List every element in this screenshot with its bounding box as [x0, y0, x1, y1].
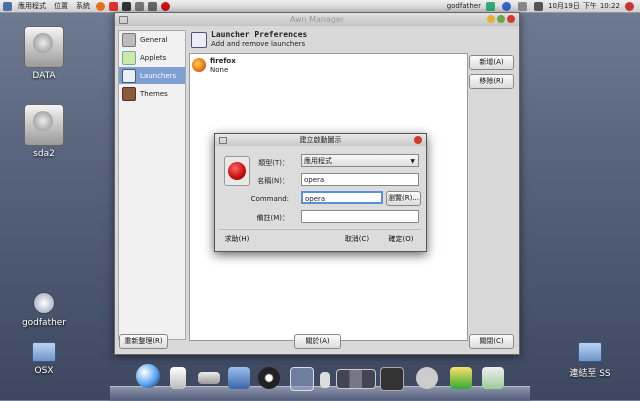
refresh-button[interactable]: 重新整理(R) — [119, 334, 168, 349]
firefox-launcher-icon[interactable] — [96, 1, 105, 11]
name-input[interactable]: opera — [301, 173, 419, 186]
command-label: Command: — [250, 195, 289, 203]
home-icon — [33, 292, 55, 314]
create-launcher-dialog: 建立啟動圖示 類型(T)： 應用程式 ▼ 名稱(N)： opera Comman… — [214, 133, 427, 252]
minimize-icon[interactable] — [487, 15, 495, 23]
sidebar-item-launchers[interactable]: Launchers — [119, 67, 185, 84]
general-icon — [122, 32, 136, 47]
dock-document-icon[interactable] — [170, 367, 186, 389]
sidebar-item-themes[interactable]: Themes — [119, 85, 185, 102]
dock-drive-icon[interactable] — [198, 372, 220, 384]
launcher-desc: None — [210, 66, 229, 74]
dock-apple-icon[interactable] — [416, 367, 438, 389]
dialog-close-icon[interactable] — [414, 136, 422, 144]
desktop-icon-sda2[interactable]: sda2 — [14, 104, 74, 159]
sidebar-item-label: Themes — [140, 89, 168, 98]
dock-workspace-icon[interactable] — [290, 367, 314, 391]
terminal-launcher-icon[interactable] — [122, 1, 131, 11]
help-button[interactable]: 求助(H) — [219, 232, 255, 247]
chevron-down-icon: ▼ — [410, 158, 415, 165]
remove-button[interactable]: 移除(R) — [469, 74, 514, 89]
browse-button[interactable]: 瀏覽(R)... — [386, 191, 421, 206]
menu-applications[interactable]: 應用程式 — [18, 1, 46, 11]
sidebar-item-label: General — [140, 35, 168, 44]
desktop-icon-data[interactable]: DATA — [14, 26, 74, 81]
dock-info-icon[interactable] — [380, 367, 404, 391]
opera-launcher-icon[interactable] — [161, 1, 170, 11]
about-button[interactable]: 關於(A) — [294, 334, 341, 349]
type-select-value: 應用程式 — [304, 157, 332, 165]
folder-icon — [32, 342, 56, 362]
applets-icon — [122, 50, 136, 65]
dialog-titlebar[interactable]: 建立啟動圖示 — [215, 134, 426, 146]
hard-drive-icon — [24, 26, 64, 68]
dialog-button-row: 求助(H) 取消(C) 確定(O) — [219, 229, 421, 246]
dock-power-icon[interactable] — [258, 367, 280, 389]
desktop-icon-osx[interactable]: OSX — [14, 342, 74, 376]
themes-icon — [122, 86, 136, 101]
gnome-foot-icon[interactable] — [3, 1, 12, 11]
help-launcher-icon[interactable] — [109, 1, 118, 11]
window-title: Awn Manager — [289, 15, 345, 24]
desktop-icon-link-ss[interactable]: 連結至 SS — [560, 342, 620, 379]
desktop-icon-label: DATA — [32, 71, 56, 81]
name-label: 名稱(N)： — [257, 177, 289, 185]
launchers-header-icon — [191, 32, 207, 48]
close-icon[interactable] — [507, 15, 515, 23]
comment-label: 備註(M)： — [256, 214, 289, 222]
cancel-button[interactable]: 取消(C) — [341, 232, 373, 247]
username-label[interactable]: godfather — [447, 2, 481, 10]
desktop-icon-label: sda2 — [33, 149, 55, 159]
launcher-name: firefox — [210, 57, 236, 65]
dialog-menu-icon[interactable] — [219, 137, 227, 144]
ok-button[interactable]: 確定(O) — [385, 232, 417, 247]
dock-globe-icon[interactable] — [136, 364, 160, 388]
dialog-title: 建立啟動圖示 — [299, 136, 342, 144]
app-launcher-icon[interactable] — [135, 1, 144, 11]
dock-phone-icon[interactable] — [320, 372, 330, 388]
desktop-icon-label: 連結至 SS — [569, 369, 611, 379]
command-input[interactable]: opera — [301, 191, 383, 204]
add-button[interactable]: 新增(A) — [469, 55, 514, 70]
ampm-label[interactable]: 下午 — [583, 1, 597, 11]
hard-drive-icon — [24, 104, 64, 146]
dock-edit-icon[interactable] — [482, 367, 504, 389]
sidebar-item-label: Applets — [140, 53, 167, 62]
dock-battery-icon[interactable] — [450, 367, 472, 389]
network-icon[interactable] — [485, 1, 495, 11]
power-icon[interactable] — [625, 1, 634, 11]
dock-folder-icon[interactable] — [228, 367, 250, 389]
desktop-icon-label: godfather — [21, 318, 67, 328]
close-button[interactable]: 關閉(C) — [469, 334, 514, 349]
list-item[interactable]: firefox None — [190, 56, 465, 76]
section-subtitle: Add and remove launchers — [211, 40, 306, 48]
sidebar-item-applets[interactable]: Applets — [119, 49, 185, 66]
window-titlebar[interactable]: Awn Manager — [115, 13, 519, 26]
window-menu-icon[interactable] — [119, 16, 128, 24]
type-label: 類型(T)： — [258, 159, 289, 167]
awn-dock — [110, 364, 530, 401]
section-title: Launcher Preferences — [211, 30, 308, 39]
desktop-icon-label: OSX — [34, 366, 54, 376]
menu-places[interactable]: 位置 — [54, 1, 68, 11]
volume-icon[interactable] — [533, 1, 543, 11]
maximize-icon[interactable] — [497, 15, 505, 23]
launchers-icon — [122, 68, 136, 83]
desktop-icon-home[interactable]: godfather — [14, 292, 74, 328]
menu-system[interactable]: 系統 — [76, 1, 90, 11]
clock-label[interactable]: 10:22 — [600, 2, 620, 10]
settings-launcher-icon[interactable] — [148, 1, 157, 11]
folder-link-icon — [578, 342, 602, 362]
sidebar-item-label: Launchers — [140, 71, 177, 80]
firefox-icon — [192, 58, 206, 72]
dock-workspace-switcher-icon[interactable] — [336, 369, 376, 389]
preferences-sidebar: General Applets Launchers Themes — [118, 30, 186, 340]
date-label[interactable]: 10月19日 — [548, 1, 580, 11]
bluetooth-icon[interactable] — [501, 1, 511, 11]
type-select[interactable]: 應用程式 ▼ — [301, 154, 419, 167]
comment-input[interactable] — [301, 210, 419, 223]
sidebar-item-general[interactable]: General — [119, 31, 185, 48]
mail-icon[interactable] — [517, 1, 527, 11]
